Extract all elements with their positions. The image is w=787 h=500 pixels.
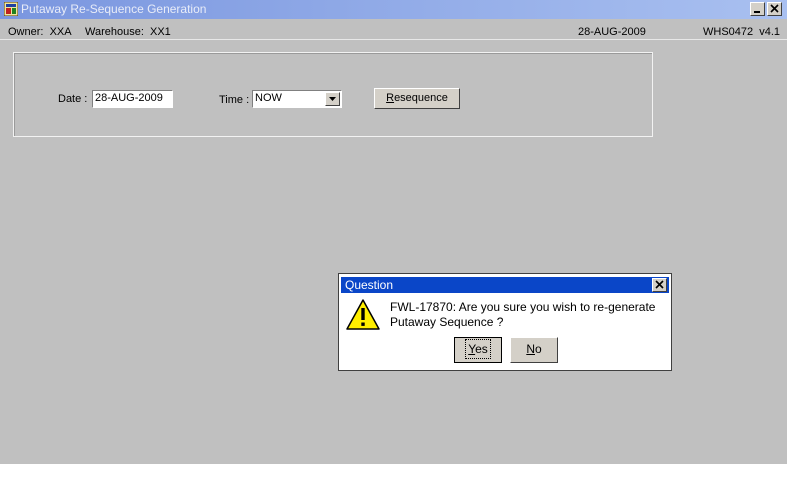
close-icon	[655, 280, 664, 289]
version-text: WHS0472 v4.1	[703, 26, 781, 38]
dialog-title: Question	[345, 278, 394, 292]
dialog-message: FWL-17870: Are you sure you wish to re-g…	[390, 300, 656, 329]
time-label: Time :	[219, 94, 250, 106]
date-value: 28-AUG-2009	[95, 92, 163, 104]
no-button[interactable]: No	[510, 337, 558, 363]
dialog-close-button[interactable]	[652, 278, 667, 292]
question-dialog: Question FWL-17870: Are you sure you wis…	[338, 273, 672, 371]
title-bar: Putaway Re-Sequence Generation	[0, 0, 787, 19]
resequence-button[interactable]: Resequence	[374, 88, 460, 109]
yes-button[interactable]: Yes	[454, 337, 502, 363]
yes-label-wrap: Yes	[465, 339, 491, 359]
status-bar: Owner: XXA Warehouse: XX1 28-AUG-2009 WH…	[0, 23, 787, 40]
close-icon	[770, 4, 779, 13]
dropdown-arrow-icon	[329, 97, 336, 101]
no-label: o	[534, 342, 542, 356]
parameters-group: Date : 28-AUG-2009 Time : NOW Resequence	[13, 52, 653, 137]
main-window: Putaway Re-Sequence Generation Owner: XX…	[0, 0, 787, 464]
app-icon	[4, 2, 18, 16]
owner-text: Owner: XXA	[8, 26, 72, 38]
time-value: NOW	[255, 92, 282, 104]
time-select[interactable]: NOW	[252, 90, 342, 108]
time-dropdown-button[interactable]	[325, 92, 340, 106]
status-date: 28-AUG-2009	[578, 26, 646, 38]
window-title: Putaway Re-Sequence Generation	[21, 2, 207, 16]
date-label: Date :	[58, 93, 88, 105]
minimize-button[interactable]	[750, 2, 765, 16]
minimize-icon	[754, 11, 760, 13]
no-mnemonic: N	[526, 342, 535, 356]
date-field[interactable]: 28-AUG-2009	[92, 90, 173, 108]
resequence-label: esequence	[394, 92, 448, 104]
resequence-mnemonic: R	[386, 92, 395, 104]
close-button[interactable]	[767, 2, 782, 16]
warehouse-text: Warehouse: XX1	[85, 26, 171, 38]
yes-label: es	[475, 342, 488, 356]
dialog-title-bar: Question	[341, 277, 669, 293]
warning-icon	[346, 299, 380, 330]
